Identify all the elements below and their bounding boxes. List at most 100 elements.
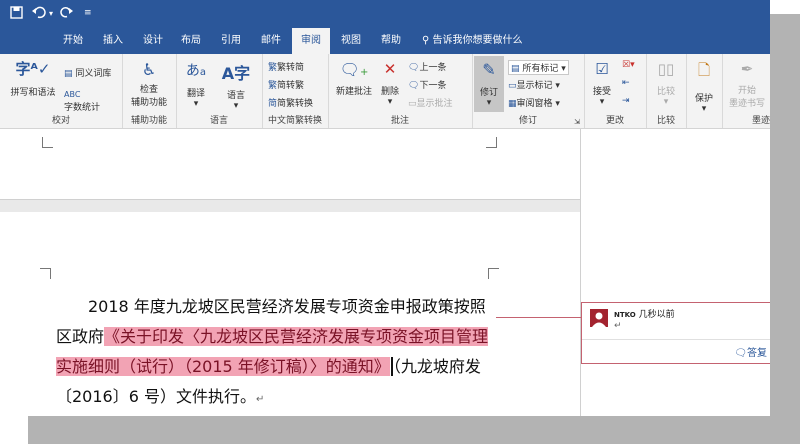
track-changes-icon: ✎: [482, 60, 496, 79]
reviewing-pane-button[interactable]: ▦审阅窗格 ▾: [508, 96, 560, 109]
group-tracking: ✎ 修订 ▾ ▤ 所有标记 ▾ ▭显示标记 ▾ ▦审阅窗格 ▾ 修订 ⇲: [472, 54, 585, 128]
comment-divider: [582, 339, 770, 340]
group-label-accessibility: 辅助功能: [130, 116, 167, 126]
spelling-grammar-button[interactable]: 字ᴬ✓ 拼写和语法: [8, 58, 58, 98]
search-icon: ⚲: [422, 35, 430, 46]
document-page-current[interactable]: 2018 年度九龙坡区民营经济发展专项资金申报政策按照区政府《关于印发〈九龙坡区…: [0, 212, 580, 416]
crop-mark: [486, 137, 497, 148]
avatar: [590, 309, 608, 327]
protect-dropdown-icon[interactable]: ▾: [688, 104, 720, 114]
accept-icon: ☑: [595, 60, 609, 78]
crop-mark: [42, 137, 53, 148]
language-icon: A字: [221, 64, 251, 83]
compare-dropdown-icon[interactable]: ▾: [648, 97, 684, 107]
search-text: 告诉我你想要做什么: [432, 35, 523, 46]
group-language: あa 翻译 ▾ A字 语言 ▾ 语言: [176, 54, 263, 128]
track-changes-button[interactable]: ✎ 修订 ▾: [474, 56, 504, 112]
word-count-button[interactable]: ABC 字数统计: [64, 90, 100, 113]
comment-balloon[interactable]: NTKO 几秒以前 ↵ 🗨答复: [581, 302, 770, 364]
new-comment-icon: 🗨+: [339, 60, 369, 79]
reject-button[interactable]: ☒▾: [622, 60, 635, 70]
group-accessibility: ♿ 检查 辅助功能 辅助功能: [122, 54, 177, 128]
tab-mailings[interactable]: 邮件: [254, 28, 288, 54]
ribbon-tabs: 开始 插入 设计 布局 引用 邮件 审阅 视图 帮助 ⚲ 告诉我你想要做什么: [0, 28, 770, 54]
group-changes: ☑ 接受 ▾ ☒▾ ⇤ ⇥ 更改: [584, 54, 647, 128]
start-inking-button[interactable]: ✒ 开始 墨迹书写: [724, 60, 770, 109]
language-button[interactable]: A字 语言 ▾: [216, 60, 256, 111]
show-comments-icon: ▭: [408, 99, 417, 109]
group-label-ink: 墨迹: [752, 116, 770, 126]
comment-time: 几秒以前: [638, 310, 675, 320]
tab-references[interactable]: 引用: [214, 28, 248, 54]
tab-home[interactable]: 开始: [56, 28, 90, 54]
group-label-chinese: 中文简繁转换: [267, 116, 322, 126]
tell-me-search[interactable]: ⚲ 告诉我你想要做什么: [422, 28, 523, 54]
next-icon: 🗨: [408, 81, 420, 91]
tracking-options-launcher-icon[interactable]: ⇲: [574, 118, 580, 126]
markup-dropdown-icon: ▾: [561, 64, 566, 74]
traditional-to-simplified-button[interactable]: 繁繁转简: [268, 60, 304, 73]
t2s-icon: 繁: [268, 63, 278, 73]
group-comments: 🗨+ 新建批注 ✕ 删除 ▾ 🗨上一条 🗨下一条 ▭显示批注 批注: [328, 54, 473, 128]
ribbon-review: 字ᴬ✓ 拼写和语法 ▤ 同义词库 ABC 字数统计 校对 ♿ 检查 辅助功能 辅…: [0, 54, 770, 129]
save-icon[interactable]: [10, 6, 23, 23]
tab-insert[interactable]: 插入: [96, 28, 130, 54]
tab-review[interactable]: 审阅: [292, 28, 330, 54]
group-label-comments: 批注: [390, 116, 409, 126]
crop-mark: [488, 268, 499, 279]
markup-icon: ▤: [511, 64, 520, 74]
translate-dropdown-icon[interactable]: ▾: [178, 99, 214, 109]
group-chinese-conversion: 繁繁转简 繁简转繁 简简繁转换 中文简繁转换: [262, 54, 329, 128]
accessibility-icon: ♿: [141, 60, 157, 79]
group-proofing: 字ᴬ✓ 拼写和语法 ▤ 同义词库 ABC 字数统计 校对: [0, 54, 123, 128]
group-label-proofing: 校对: [51, 116, 70, 126]
tab-design[interactable]: 设计: [136, 28, 170, 54]
quick-access-toolbar: ▾ ≡: [0, 0, 770, 28]
compare-button[interactable]: ▯▯ 比较 ▾: [648, 60, 684, 107]
tab-view[interactable]: 视图: [334, 28, 368, 54]
word-count-icon: ABC: [64, 90, 81, 99]
accept-dropdown-icon[interactable]: ▾: [586, 97, 618, 107]
previous-icon: 🗨: [408, 63, 420, 73]
delete-dropdown-icon[interactable]: ▾: [376, 97, 404, 107]
group-label-language: 语言: [209, 116, 228, 126]
show-markup-button[interactable]: ▭显示标记 ▾: [508, 78, 560, 91]
tab-layout[interactable]: 布局: [174, 28, 208, 54]
undo-dropdown-icon[interactable]: ▾: [49, 9, 53, 18]
group-label-tracking: 修订: [518, 116, 537, 126]
group-protect: 🗋 保护 ▾: [686, 54, 723, 128]
next-comment-button[interactable]: 🗨下一条: [408, 78, 446, 91]
pen-icon: ✒: [740, 60, 754, 78]
next-change-button[interactable]: ⇥: [622, 96, 630, 106]
redo-icon[interactable]: [60, 6, 73, 23]
language-dropdown-icon[interactable]: ▾: [216, 101, 256, 111]
reviewing-pane-icon: ▦: [508, 99, 517, 109]
reply-icon: 🗨: [734, 348, 747, 359]
customize-qat-icon[interactable]: ≡: [84, 8, 92, 18]
markup-select[interactable]: ▤ 所有标记 ▾: [508, 60, 569, 75]
group-ink: ✒ 开始 墨迹书写 墨迹: [722, 54, 770, 128]
undo-icon[interactable]: [32, 6, 46, 23]
document-paragraph[interactable]: 2018 年度九龙坡区民营经济发展专项资金申报政策按照区政府《关于印发〈九龙坡区…: [56, 292, 496, 415]
convert-icon: 简: [268, 99, 278, 109]
thesaurus-button[interactable]: ▤ 同义词库: [64, 66, 111, 79]
comment-connector: [496, 317, 581, 318]
spelling-icon: 字ᴬ✓: [15, 60, 51, 78]
chinese-conversion-button[interactable]: 简简繁转换: [268, 96, 313, 109]
delete-comment-button[interactable]: ✕ 删除 ▾: [376, 60, 404, 107]
track-dropdown-icon[interactable]: ▾: [474, 98, 504, 108]
previous-comment-button[interactable]: 🗨上一条: [408, 60, 446, 73]
tab-help[interactable]: 帮助: [374, 28, 408, 54]
check-accessibility-button[interactable]: ♿ 检查 辅助功能: [124, 60, 174, 108]
protect-button[interactable]: 🗋 保护 ▾: [688, 60, 720, 114]
translate-button[interactable]: あa 翻译 ▾: [178, 60, 214, 109]
reply-button[interactable]: 🗨答复: [734, 344, 767, 359]
accept-button[interactable]: ☑ 接受 ▾: [586, 60, 618, 107]
show-comments-button[interactable]: ▭显示批注: [408, 96, 453, 109]
simplified-to-traditional-button[interactable]: 繁简转繁: [268, 78, 304, 91]
crop-mark: [40, 268, 51, 279]
previous-change-button[interactable]: ⇤: [622, 78, 630, 88]
new-comment-button[interactable]: 🗨+ 新建批注: [332, 60, 376, 97]
comment-author: NTKO: [614, 311, 636, 319]
group-label-changes: 更改: [605, 116, 624, 126]
